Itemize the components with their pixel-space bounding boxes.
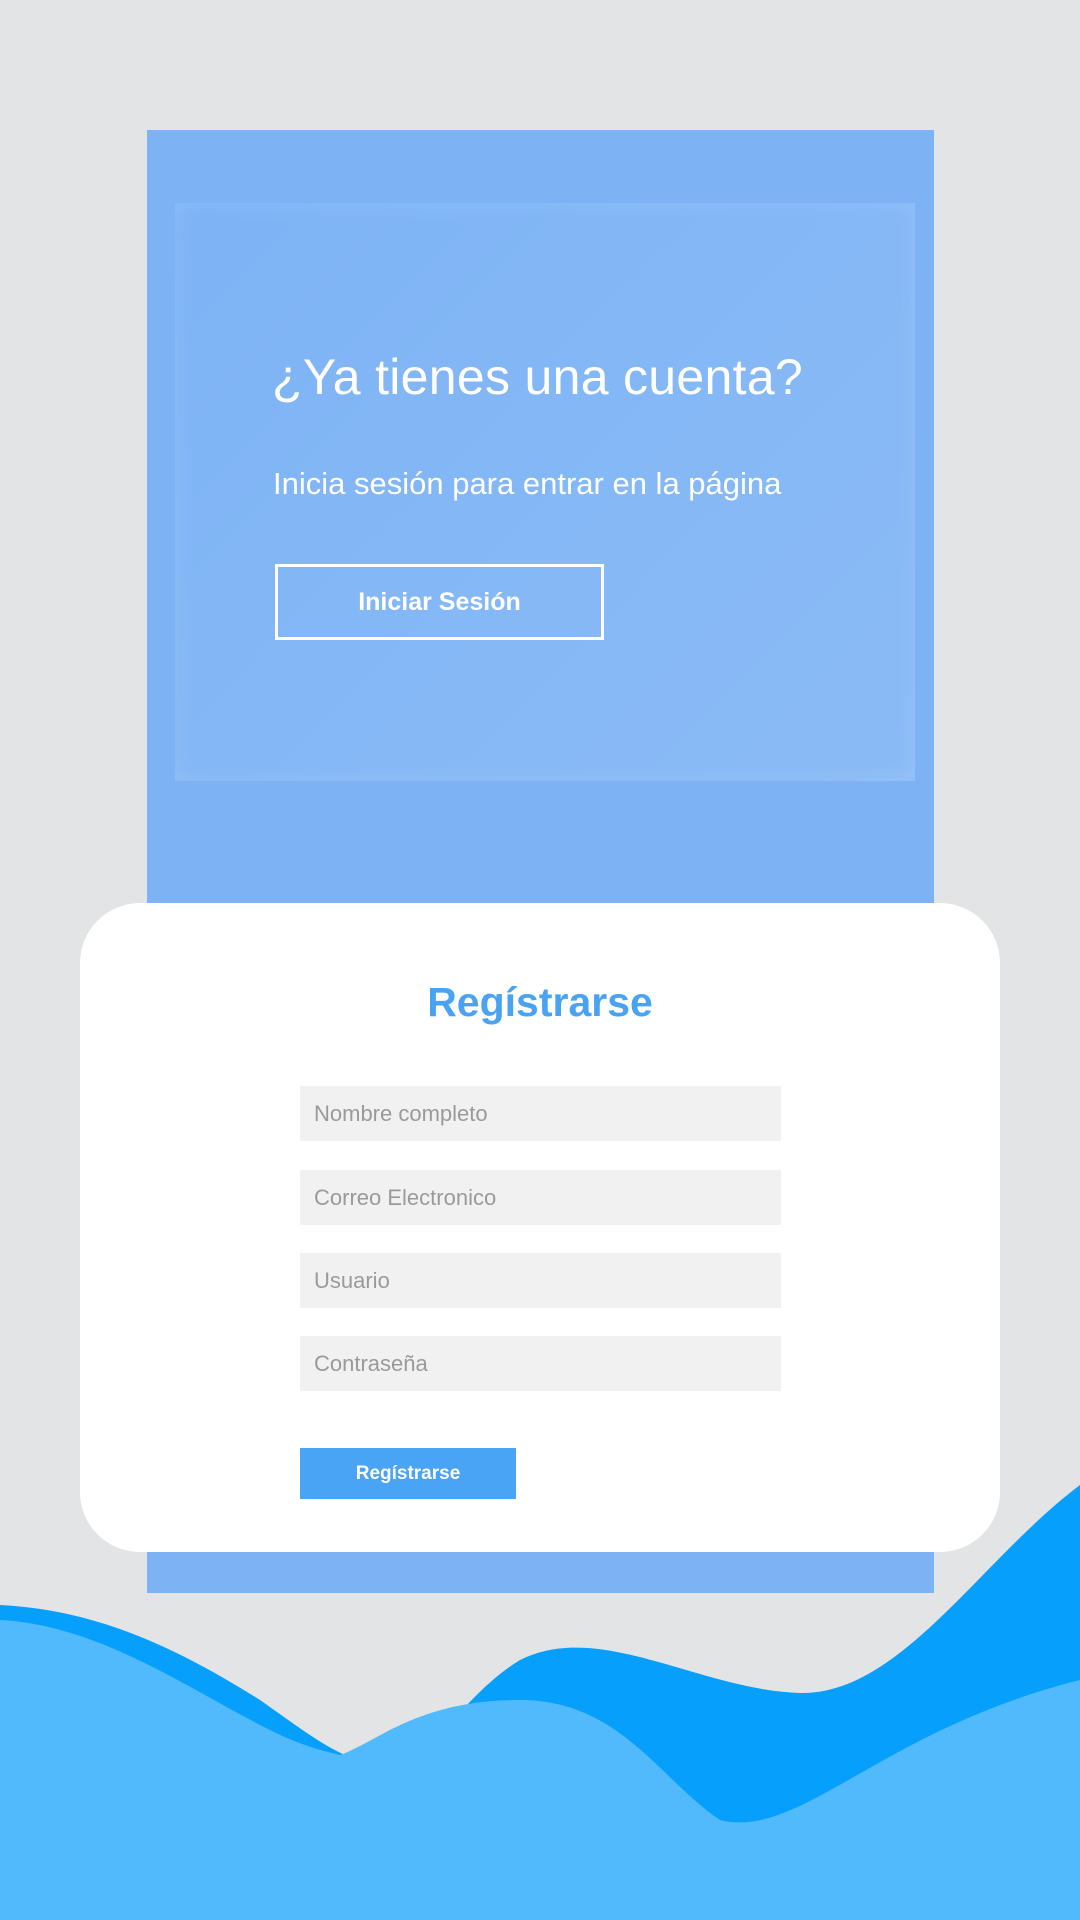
login-prompt-subtitle: Inicia sesión para entrar en la página [273, 466, 782, 501]
login-button[interactable]: Iniciar Sesión [275, 564, 604, 640]
email-field[interactable] [300, 1170, 781, 1225]
register-button[interactable]: Regístrarse [300, 1448, 516, 1499]
password-field[interactable] [300, 1336, 781, 1391]
username-field[interactable] [300, 1253, 781, 1308]
register-form-card: Regístrarse Regístrarse [80, 903, 1000, 1552]
login-prompt-title: ¿Ya tienes una cuenta? [272, 349, 804, 405]
full-name-field[interactable] [300, 1086, 781, 1141]
register-title: Regístrarse [427, 979, 653, 1025]
